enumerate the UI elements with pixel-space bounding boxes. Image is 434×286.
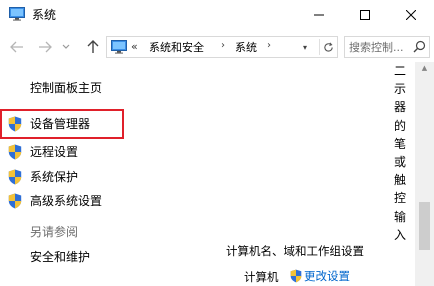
sidebar-item-label[interactable]: 高级系统设置 xyxy=(30,194,102,208)
minimize-icon xyxy=(314,14,324,16)
navigation-bar: « 系统和安全 › 系统 › ▾ xyxy=(0,32,434,62)
scroll-up-icon[interactable]: ▲ xyxy=(415,62,434,74)
arrow-left-icon xyxy=(10,41,23,53)
sidebar-item-system-protection[interactable]: 系统保护 xyxy=(8,168,78,186)
close-icon xyxy=(406,10,416,20)
sidebar-item-remote-settings[interactable]: 远程设置 xyxy=(8,143,78,161)
see-also-heading: 另请参阅 xyxy=(30,225,79,239)
refresh-button[interactable] xyxy=(319,39,336,55)
address-overflow[interactable]: « xyxy=(131,40,138,53)
computer-name-label: 计算机 xyxy=(244,270,279,284)
security-and-maintenance-link[interactable]: 安全和维护 xyxy=(30,250,90,264)
uac-shield-icon xyxy=(8,169,22,185)
system-window: 系统 « 系统和安全 › 系统 › ▾ 搜索控制... 控制面板主页 设备管理器… xyxy=(0,0,434,286)
computer-monitor-icon xyxy=(111,40,127,54)
sidebar-item-label[interactable]: 设备管理器 xyxy=(30,117,90,131)
arrow-up-icon xyxy=(87,40,99,53)
sidebar-item-label[interactable]: 系统保护 xyxy=(30,170,78,184)
change-settings-link[interactable]: 更改设置 xyxy=(290,269,350,283)
search-box[interactable] xyxy=(344,36,430,58)
maximize-button[interactable] xyxy=(342,0,388,30)
search-input[interactable] xyxy=(345,37,419,57)
breadcrumb-system[interactable]: 系统 xyxy=(235,41,257,54)
close-button[interactable] xyxy=(388,0,434,30)
sidebar-item-advanced-system-settings[interactable]: 高级系统设置 xyxy=(8,192,102,210)
address-dropdown-icon[interactable]: ▾ xyxy=(303,43,307,52)
minimize-button[interactable] xyxy=(296,0,342,30)
breadcrumb-separator-icon[interactable]: › xyxy=(267,40,271,51)
scroll-thumb[interactable] xyxy=(419,202,430,250)
chevron-down-icon xyxy=(62,44,70,49)
uac-shield-icon xyxy=(290,269,302,283)
pen-touch-info-text: 二示器的笔或触控输入 xyxy=(393,64,406,242)
computer-name-section-title: 计算机名、域和工作组设置 xyxy=(226,244,364,258)
refresh-icon xyxy=(323,42,333,52)
uac-shield-icon xyxy=(8,193,22,209)
breadcrumb-separator-icon[interactable]: › xyxy=(221,40,225,51)
left-pane: 控制面板主页 设备管理器 远程设置 系统保护 高级系统设置 另请参阅 安全和维护 xyxy=(0,62,210,286)
maximize-icon xyxy=(360,10,370,20)
change-settings-label[interactable]: 更改设置 xyxy=(304,269,350,283)
recent-locations-button[interactable] xyxy=(60,38,72,56)
window-title: 系统 xyxy=(32,8,57,22)
uac-shield-icon xyxy=(8,116,22,132)
title-bar: 系统 xyxy=(0,0,434,30)
search-icon[interactable] xyxy=(413,40,426,53)
up-button[interactable] xyxy=(84,38,102,56)
control-panel-home-link[interactable]: 控制面板主页 xyxy=(30,81,102,95)
back-button[interactable] xyxy=(8,38,26,56)
breadcrumb-system-and-security[interactable]: 系统和安全 xyxy=(149,41,204,54)
sidebar-item-device-manager[interactable]: 设备管理器 xyxy=(8,115,90,133)
vertical-scrollbar[interactable]: ▲ xyxy=(415,62,434,286)
forward-button[interactable] xyxy=(36,38,54,56)
arrow-right-icon xyxy=(39,41,52,53)
uac-shield-icon xyxy=(8,144,22,160)
address-bar[interactable]: « 系统和安全 › 系统 › ▾ xyxy=(106,36,338,58)
computer-monitor-icon xyxy=(9,7,25,21)
sidebar-item-label[interactable]: 远程设置 xyxy=(30,145,78,159)
